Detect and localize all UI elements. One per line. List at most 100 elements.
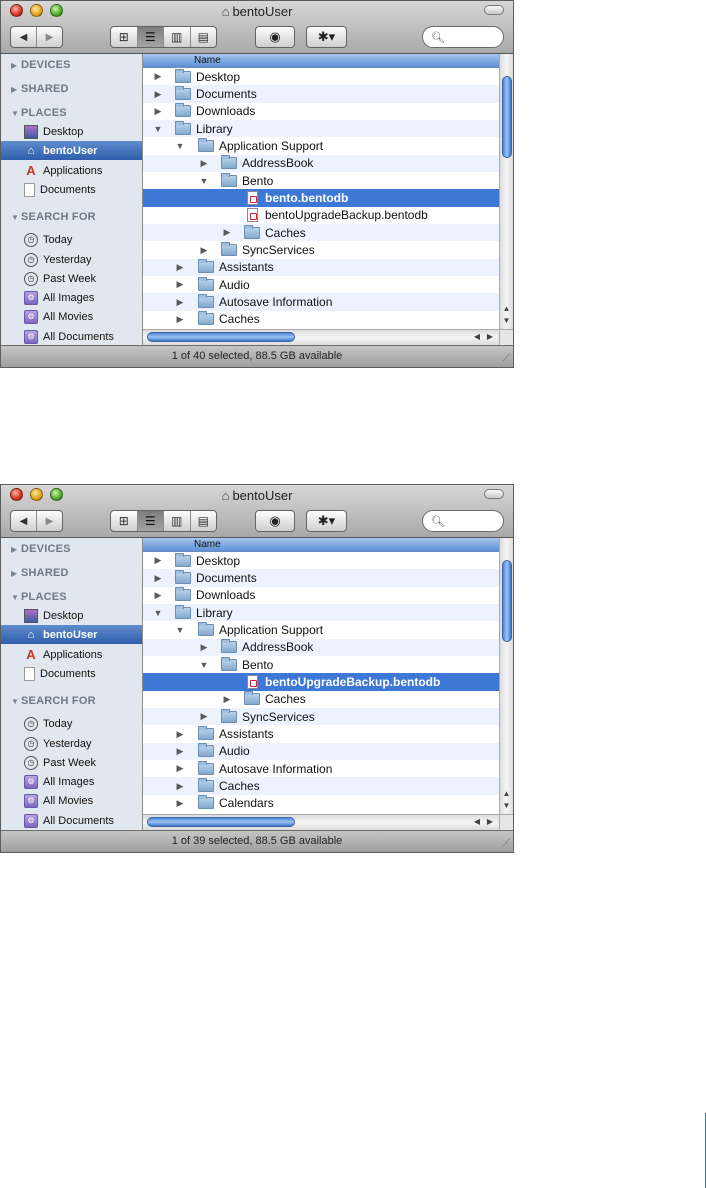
disclosure-closed-icon[interactable]: ▶ [153,71,163,82]
sidebar-item-all-images[interactable]: ⚙ All Images [1,772,142,791]
forward-button[interactable]: ▶ [36,511,62,531]
scroll-right-arrow-icon[interactable]: ▶ [484,330,496,344]
list-row[interactable]: ▶ Caches [143,224,499,242]
list-row[interactable]: ▶ Calendars [143,795,499,812]
list-row[interactable]: ▶ Assistants [143,258,499,277]
column-header-name[interactable]: Name [143,54,499,68]
search-field[interactable]: 🔍︎ [422,510,504,532]
vertical-scroll-thumb[interactable] [502,560,512,642]
resize-grip-icon[interactable]: ⟋ [503,354,510,364]
sidebar-item-applications[interactable]: A Applications [1,161,142,180]
sidebar-item-desktop[interactable]: Desktop [1,122,142,141]
disclosure-closed-icon[interactable]: ▶ [153,89,163,100]
sidebar-section-search-for[interactable]: ▼ SEARCH FOR [11,695,96,707]
coverflow-view-icon[interactable]: ▤ [189,27,217,47]
column-view-icon[interactable]: ▥ [163,511,190,531]
list-row[interactable]: ▶ Audio [143,276,499,293]
disclosure-open-icon[interactable]: ▼ [199,660,209,670]
sidebar-item-today[interactable]: ◷ Today [1,714,142,733]
horizontal-scroll-thumb[interactable] [147,817,295,827]
sidebar-item-all-images[interactable]: ⚙ All Images [1,288,142,307]
disclosure-closed-icon[interactable]: ▶ [175,314,185,325]
horizontal-scrollbar[interactable]: ◀ ▶ [143,329,499,345]
back-button[interactable]: ◀ [11,27,36,47]
list-row[interactable]: ▶ Audio [143,742,499,761]
list-row[interactable]: ▼ Bento [143,656,499,673]
list-row[interactable]: ▼ Application Support [143,621,499,638]
list-row[interactable]: ▶ Downloads [143,103,499,120]
back-button[interactable]: ◀ [11,511,36,531]
scroll-down-arrow-icon[interactable]: ▼ [500,315,513,327]
list-row[interactable]: ▶ Desktop [143,68,499,85]
list-row[interactable]: ▼ Library [143,604,499,622]
list-row[interactable]: ▶ Autosave Information [143,293,499,311]
scroll-right-arrow-icon[interactable]: ▶ [484,815,496,829]
icon-view-icon[interactable]: ⊞ [111,27,137,47]
list-row[interactable]: ▶ Caches [143,777,499,795]
list-row[interactable]: ▼ Application Support [143,137,499,154]
icon-view-icon[interactable]: ⊞ [111,511,137,531]
disclosure-closed-icon[interactable]: ▶ [153,106,163,117]
list-row[interactable]: ▶ AddressBook [143,638,499,657]
disclosure-open-icon[interactable]: ▼ [199,176,209,186]
list-row[interactable]: bentoUpgradeBackup.bentodb [143,207,499,224]
coverflow-view-icon[interactable]: ▤ [189,511,217,531]
scroll-left-arrow-icon[interactable]: ◀ [471,815,483,829]
sidebar-item-applications[interactable]: A Applications [1,645,142,664]
search-field[interactable]: 🔍︎ [422,26,504,48]
list-row[interactable]: ▶ AddressBook [143,154,499,173]
vertical-scrollbar[interactable]: ▲ ▼ [499,538,513,814]
list-row[interactable]: ▶ Autosave Information [143,760,499,777]
disclosure-open-icon[interactable]: ▼ [153,124,163,134]
disclosure-closed-icon[interactable]: ▶ [175,729,185,740]
disclosure-closed-icon[interactable]: ▶ [175,781,185,792]
list-row[interactable]: ▶ Assistants [143,725,499,742]
disclosure-closed-icon[interactable]: ▶ [175,798,185,809]
list-row[interactable]: ▶ Downloads [143,587,499,604]
horizontal-scrollbar[interactable]: ◀ ▶ [143,814,499,830]
disclosure-closed-icon[interactable]: ▶ [175,763,185,774]
disclosure-closed-icon[interactable]: ▶ [199,245,209,256]
sidebar-section-devices[interactable]: ▶ DEVICES [11,543,71,555]
sidebar-item-yesterday[interactable]: ◷ Yesterday [1,734,142,753]
sidebar-section-places[interactable]: ▼ PLACES [11,107,67,119]
disclosure-open-icon[interactable]: ▼ [175,625,185,635]
scroll-up-arrow-icon[interactable]: ▲ [500,788,513,800]
list-row-selected[interactable]: bentoUpgradeBackup.bentodb [143,673,499,691]
action-gear-button[interactable]: ✱▾ [306,26,347,48]
horizontal-scroll-thumb[interactable] [147,332,295,342]
disclosure-closed-icon[interactable]: ▶ [222,227,232,238]
sidebar-item-documents[interactable]: Documents [1,180,142,199]
list-row[interactable]: ▶ SyncServices [143,708,499,726]
list-view-icon[interactable]: ☰ [136,511,163,531]
sidebar-section-devices[interactable]: ▶ DEVICES [11,59,71,71]
scroll-down-arrow-icon[interactable]: ▼ [500,800,513,812]
sidebar-item-all-documents[interactable]: ⚙ All Documents [1,811,142,830]
list-view-icon[interactable]: ☰ [136,27,163,47]
sidebar-item-all-documents[interactable]: ⚙ All Documents [1,327,142,346]
list-row[interactable]: ▶ Desktop [143,552,499,569]
disclosure-closed-icon[interactable]: ▶ [199,711,209,722]
column-view-icon[interactable]: ▥ [163,27,190,47]
sidebar-item-all-movies[interactable]: ⚙ All Movies [1,307,142,326]
action-gear-button[interactable]: ✱▾ [306,510,347,532]
list-row[interactable]: ▼ Bento [143,172,499,189]
disclosure-closed-icon[interactable]: ▶ [199,158,209,169]
sidebar-item-desktop[interactable]: Desktop [1,606,142,625]
sidebar-item-past-week[interactable]: ◷ Past Week [1,269,142,288]
sidebar-section-search-for[interactable]: ▼ SEARCH FOR [11,211,96,223]
quicklook-button[interactable]: ◉ [255,26,295,48]
sidebar-item-today[interactable]: ◷ Today [1,230,142,249]
disclosure-closed-icon[interactable]: ▶ [175,746,185,757]
sidebar-item-bentouser[interactable]: ⌂ bentoUser [1,141,142,160]
sidebar-item-past-week[interactable]: ◷ Past Week [1,753,142,772]
scroll-up-arrow-icon[interactable]: ▲ [500,303,513,315]
vertical-scrollbar[interactable]: ▲ ▼ [499,54,513,329]
column-header-name[interactable]: Name [143,538,499,552]
resize-grip-icon[interactable]: ⟋ [503,839,510,849]
disclosure-closed-icon[interactable]: ▶ [153,555,163,566]
list-row-selected[interactable]: bento.bentodb [143,189,499,207]
list-row[interactable]: ▶ Documents [143,569,499,587]
forward-button[interactable]: ▶ [36,27,62,47]
disclosure-open-icon[interactable]: ▼ [153,608,163,618]
